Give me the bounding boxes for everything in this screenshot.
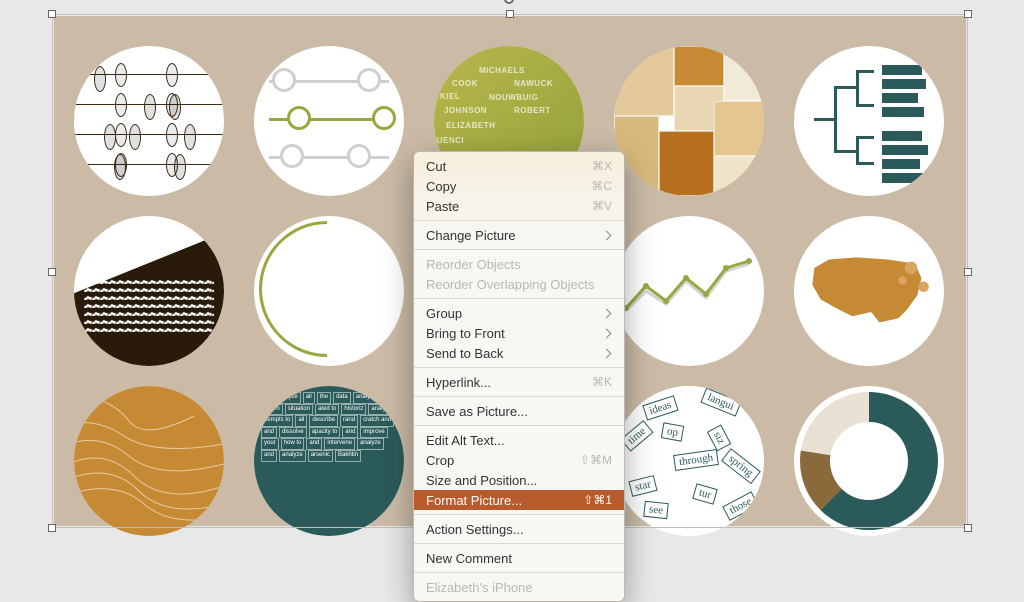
- menu-separator: [414, 396, 624, 397]
- menu-item-label: Change Picture: [426, 228, 516, 243]
- menu-separator: [414, 572, 624, 573]
- menu-separator: [414, 298, 624, 299]
- menu-item-shortcut: ⇧⌘M: [580, 453, 612, 467]
- menu-item-save-as-picture[interactable]: Save as Picture...: [414, 401, 624, 421]
- resize-handle-ne[interactable]: [964, 10, 972, 18]
- menu-item-new-comment[interactable]: New Comment: [414, 548, 624, 568]
- menu-item-format-picture[interactable]: Format Picture... ⇧⌘1: [414, 490, 624, 510]
- menu-item-copy[interactable]: Copy ⌘C: [414, 176, 624, 196]
- menu-item-label: Send to Back: [426, 346, 503, 361]
- menu-item-label: Crop: [426, 453, 454, 468]
- menu-separator: [414, 425, 624, 426]
- menu-item-label: Elizabeth's iPhone: [426, 580, 533, 595]
- menu-item-shortcut: ⌘K: [592, 375, 612, 389]
- menu-separator: [414, 220, 624, 221]
- menu-separator: [414, 249, 624, 250]
- resize-handle-w[interactable]: [48, 268, 56, 276]
- menu-item-label: Action Settings...: [426, 522, 524, 537]
- menu-item-label: Size and Position...: [426, 473, 537, 488]
- menu-item-edit-alt-text[interactable]: Edit Alt Text...: [414, 430, 624, 450]
- menu-item-reorder-overlapping-objects: Reorder Overlapping Objects: [414, 274, 624, 294]
- resize-handle-e[interactable]: [964, 268, 972, 276]
- menu-item-reorder-objects: Reorder Objects: [414, 254, 624, 274]
- resize-handle-se[interactable]: [964, 524, 972, 532]
- menu-item-cut[interactable]: Cut ⌘X: [414, 156, 624, 176]
- menu-separator: [414, 543, 624, 544]
- menu-item-label: New Comment: [426, 551, 512, 566]
- chevron-right-icon: [602, 309, 612, 319]
- menu-item-label: Copy: [426, 179, 456, 194]
- menu-item-send-to-back[interactable]: Send to Back: [414, 343, 624, 363]
- menu-item-size-and-position[interactable]: Size and Position...: [414, 470, 624, 490]
- chevron-right-icon: [602, 231, 612, 241]
- menu-item-hyperlink[interactable]: Hyperlink... ⌘K: [414, 372, 624, 392]
- menu-item-paste[interactable]: Paste ⌘V: [414, 196, 624, 216]
- rotation-handle[interactable]: [504, 0, 514, 4]
- menu-item-shortcut: ⇧⌘1: [583, 493, 612, 507]
- chevron-right-icon: [602, 349, 612, 359]
- menu-item-shortcut: ⌘V: [592, 199, 612, 213]
- resize-handle-n[interactable]: [506, 10, 514, 18]
- menu-item-label: Hyperlink...: [426, 375, 491, 390]
- menu-item-label: Bring to Front: [426, 326, 505, 341]
- context-menu: Cut ⌘X Copy ⌘C Paste ⌘V Change Picture Reorder …: [413, 151, 625, 602]
- menu-item-label: Reorder Objects: [426, 257, 521, 272]
- menu-item-label: Paste: [426, 199, 459, 214]
- menu-item-label: Save as Picture...: [426, 404, 528, 419]
- menu-item-shortcut: ⌘X: [592, 159, 612, 173]
- menu-item-action-settings[interactable]: Action Settings...: [414, 519, 624, 539]
- menu-item-change-picture[interactable]: Change Picture: [414, 225, 624, 245]
- menu-separator: [414, 514, 624, 515]
- menu-item-bring-to-front[interactable]: Bring to Front: [414, 323, 624, 343]
- menu-item-elizabeth-s-iphone: Elizabeth's iPhone: [414, 577, 624, 597]
- menu-item-label: Cut: [426, 159, 446, 174]
- menu-item-crop[interactable]: Crop ⇧⌘M: [414, 450, 624, 470]
- resize-handle-nw[interactable]: [48, 10, 56, 18]
- menu-item-label: Reorder Overlapping Objects: [426, 277, 594, 292]
- menu-separator: [414, 367, 624, 368]
- menu-item-shortcut: ⌘C: [591, 179, 612, 193]
- resize-handle-sw[interactable]: [48, 524, 56, 532]
- menu-item-group[interactable]: Group: [414, 303, 624, 323]
- menu-item-label: Format Picture...: [426, 493, 522, 508]
- menu-item-label: Edit Alt Text...: [426, 433, 505, 448]
- menu-item-label: Group: [426, 306, 462, 321]
- chevron-right-icon: [602, 329, 612, 339]
